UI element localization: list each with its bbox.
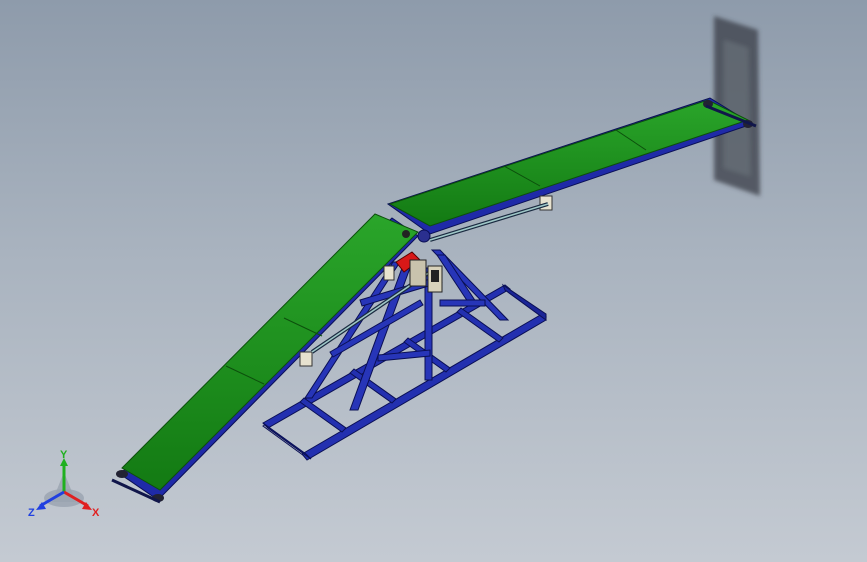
conveyor-upper — [386, 97, 757, 235]
y-axis-label: Y — [60, 449, 68, 461]
graphics-viewport[interactable]: Y X Z — [0, 0, 867, 562]
triad-graphic: Y X Z — [28, 449, 100, 519]
orientation-triad[interactable]: Y X Z — [26, 448, 102, 520]
conveyor-model[interactable] — [0, 0, 867, 562]
z-axis-label: Z — [28, 507, 35, 519]
x-axis-label: X — [92, 507, 100, 519]
